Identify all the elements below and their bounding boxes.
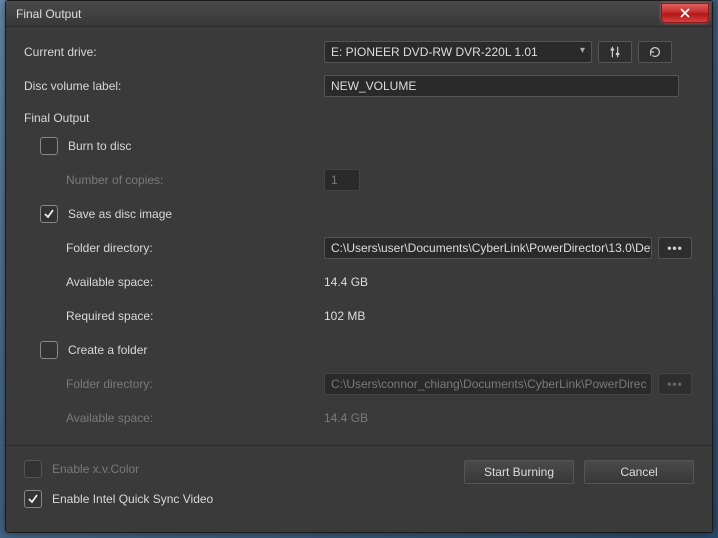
- burn-to-disc-checkbox[interactable]: [40, 137, 58, 155]
- titlebar: Final Output: [6, 1, 712, 27]
- volume-label-input[interactable]: NEW_VOLUME: [324, 75, 679, 97]
- close-button[interactable]: [661, 3, 709, 23]
- content-area: Current drive: E: PIONEER DVD-RW DVR-220…: [6, 27, 712, 445]
- drive-settings-button[interactable]: [598, 41, 632, 63]
- current-drive-label: Current drive:: [24, 45, 324, 59]
- close-icon: [680, 8, 690, 18]
- folder-dir-input: C:\Users\connor_chiang\Documents\CyberLi…: [324, 373, 652, 395]
- final-output-window: Final Output Current drive: E: PIONEER D…: [5, 0, 713, 533]
- volume-label-label: Disc volume label:: [24, 79, 324, 93]
- current-drive-value: E: PIONEER DVD-RW DVR-220L 1.01: [331, 45, 538, 59]
- copies-input: 1: [324, 169, 360, 191]
- refresh-icon: [648, 45, 662, 59]
- final-output-section-title: Final Output: [24, 111, 694, 125]
- image-req-value: 102 MB: [324, 309, 365, 323]
- check-icon: [27, 493, 39, 505]
- current-drive-dropdown[interactable]: E: PIONEER DVD-RW DVR-220L 1.01: [324, 41, 592, 63]
- xvcolor-label: Enable x.v.Color: [52, 462, 139, 476]
- intel-qsv-checkbox[interactable]: [24, 490, 42, 508]
- footer: Enable x.v.Color Enable Intel Quick Sync…: [6, 445, 712, 532]
- image-folder-browse-button[interactable]: •••: [658, 237, 692, 259]
- refresh-drive-button[interactable]: [638, 41, 672, 63]
- cancel-button[interactable]: Cancel: [584, 460, 694, 484]
- start-burning-button[interactable]: Start Burning: [464, 460, 574, 484]
- window-title: Final Output: [16, 7, 81, 21]
- burn-to-disc-label: Burn to disc: [68, 139, 131, 153]
- sliders-icon: [608, 45, 622, 59]
- image-req-label: Required space:: [40, 309, 324, 323]
- copies-label: Number of copies:: [40, 173, 324, 187]
- check-icon: [43, 208, 55, 220]
- folder-dir-label: Folder directory:: [40, 377, 324, 391]
- folder-avail-value: 14.4 GB: [324, 411, 368, 425]
- image-avail-label: Available space:: [40, 275, 324, 289]
- save-as-image-label: Save as disc image: [68, 207, 172, 221]
- ellipsis-icon: •••: [667, 241, 683, 255]
- create-folder-checkbox[interactable]: [40, 341, 58, 359]
- xvcolor-checkbox: [24, 460, 42, 478]
- create-folder-label: Create a folder: [68, 343, 147, 357]
- ellipsis-icon: •••: [667, 377, 683, 391]
- folder-dir-browse-button: •••: [658, 373, 692, 395]
- image-folder-label: Folder directory:: [40, 241, 324, 255]
- image-avail-value: 14.4 GB: [324, 275, 368, 289]
- image-folder-input[interactable]: C:\Users\user\Documents\CyberLink\PowerD…: [324, 237, 652, 259]
- intel-qsv-label: Enable Intel Quick Sync Video: [52, 492, 213, 506]
- folder-avail-label: Available space:: [40, 411, 324, 425]
- save-as-image-checkbox[interactable]: [40, 205, 58, 223]
